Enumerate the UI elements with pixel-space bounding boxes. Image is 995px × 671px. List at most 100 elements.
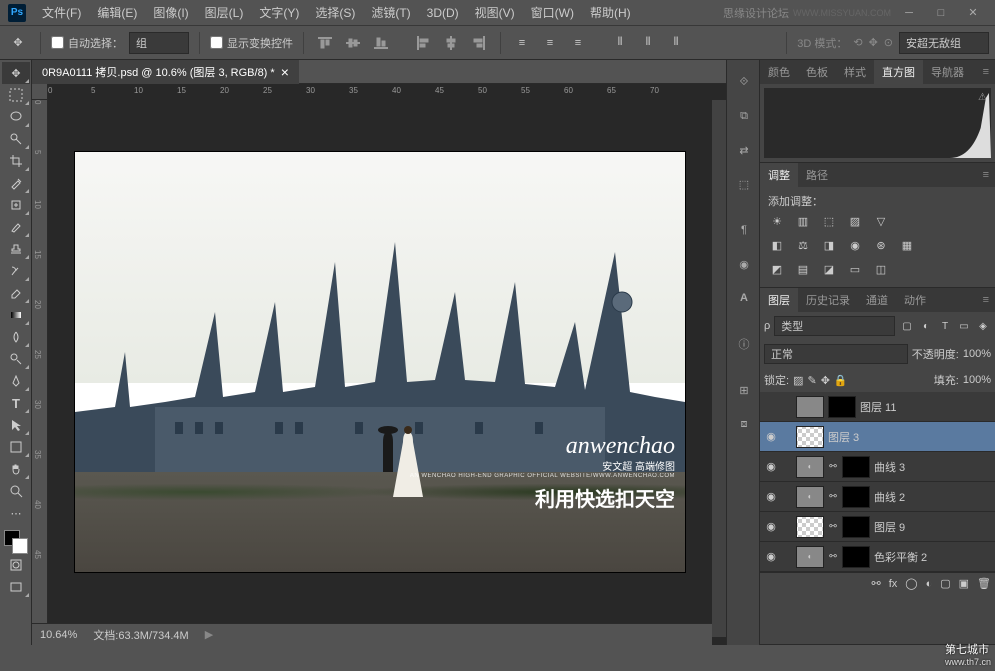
menu-type[interactable]: 文字(Y) — [251, 0, 307, 25]
menu-image[interactable]: 图像(I) — [145, 0, 196, 25]
tab-swatch[interactable]: 色板 — [798, 60, 836, 84]
gradient-tool[interactable] — [2, 304, 30, 326]
align-right-icon[interactable] — [468, 32, 490, 54]
dock-props-icon[interactable]: ⊞ — [730, 376, 758, 404]
layer-name[interactable]: 图层 9 — [874, 519, 905, 535]
layer-mask-thumb[interactable] — [842, 486, 870, 508]
visibility-icon[interactable]: ◉ — [764, 490, 778, 503]
lasso-tool[interactable] — [2, 106, 30, 128]
zoom-level[interactable]: 10.64% — [40, 629, 77, 641]
dock-cc-icon[interactable]: ◉ — [730, 250, 758, 278]
marquee-tool[interactable] — [2, 84, 30, 106]
adj-invert-icon[interactable]: ◩ — [768, 261, 786, 277]
move-tool[interactable]: ✥ — [2, 62, 30, 84]
tab-color[interactable]: 颜色 — [760, 60, 798, 84]
adj-photo-icon[interactable]: ◉ — [846, 237, 864, 253]
layer-row[interactable]: ◉◐⚯色彩平衡 2 — [760, 542, 995, 572]
layer-name[interactable]: 图层 3 — [828, 429, 859, 445]
quick-select-tool[interactable] — [2, 128, 30, 150]
new-layer-icon[interactable]: ▣ — [959, 577, 969, 590]
dock-brush-icon[interactable]: ⟐ — [730, 68, 758, 96]
adj-hue-icon[interactable]: ◧ — [768, 237, 786, 253]
adj-vibrance-icon[interactable]: ▽ — [872, 213, 890, 229]
zoom3d-icon[interactable]: ⊙ — [884, 36, 893, 49]
tab-close-icon[interactable]: × — [281, 64, 289, 80]
layer-thumb[interactable]: ◐ — [796, 456, 824, 478]
layer-row[interactable]: ◉◐⚯曲线 2 — [760, 482, 995, 512]
opacity-value[interactable]: 100% — [963, 348, 991, 360]
auto-select-mode[interactable]: 组 — [129, 32, 189, 54]
document-tab[interactable]: 0R9A0111 拷贝.psd @ 10.6% (图层 3, RGB/8) * … — [32, 60, 299, 84]
menu-3d[interactable]: 3D(D) — [419, 2, 467, 24]
visibility-icon[interactable]: ◉ — [764, 430, 778, 443]
menu-select[interactable]: 选择(S) — [307, 0, 363, 25]
dist-top-icon[interactable]: ≡ — [511, 32, 533, 54]
pen-tool[interactable] — [2, 370, 30, 392]
layer-row[interactable]: ◉◐⚯曲线 3 — [760, 452, 995, 482]
stamp-tool[interactable] — [2, 238, 30, 260]
layer-mask-thumb[interactable] — [842, 516, 870, 538]
layer-filter-select[interactable]: 类型 — [774, 316, 895, 336]
healing-tool[interactable] — [2, 194, 30, 216]
visibility-icon[interactable]: ◉ — [764, 460, 778, 473]
filter-type-icon[interactable]: T — [937, 319, 953, 333]
menu-window[interactable]: 窗口(W) — [523, 0, 582, 25]
dock-swatches-icon[interactable]: ⬚ — [730, 170, 758, 198]
layer-mask-thumb[interactable] — [828, 396, 856, 418]
tab-adjustments[interactable]: 调整 — [760, 163, 798, 187]
adj-gradmap-icon[interactable]: ▭ — [846, 261, 864, 277]
adj-curves-icon[interactable]: ⬚ — [820, 213, 838, 229]
fx-icon[interactable]: fx — [889, 578, 898, 590]
dock-char-icon[interactable]: A — [730, 284, 758, 312]
adj-balance-icon[interactable]: ⚖ — [794, 237, 812, 253]
edit-toolbar[interactable]: ⋯ — [2, 502, 30, 524]
type-tool[interactable]: T — [2, 392, 30, 414]
tab-style[interactable]: 样式 — [836, 60, 874, 84]
adj-mixer-icon[interactable]: ⊛ — [872, 237, 890, 253]
dock-clone-icon[interactable]: ⧉ — [730, 102, 758, 130]
dist-left-icon[interactable]: ⦀ — [609, 32, 631, 54]
tab-paths[interactable]: 路径 — [798, 163, 836, 187]
dock-info-icon[interactable]: ⓘ — [730, 330, 758, 358]
layer-thumb[interactable] — [796, 426, 824, 448]
dist-bot-icon[interactable]: ≡ — [567, 32, 589, 54]
layer-thumb[interactable] — [796, 396, 824, 418]
mask-icon[interactable]: ◯ — [905, 577, 917, 590]
adj-levels-icon[interactable]: ▥ — [794, 213, 812, 229]
crop-tool[interactable] — [2, 150, 30, 172]
quick-mask[interactable] — [2, 554, 30, 576]
layers-menu-icon[interactable]: ≡ — [977, 294, 995, 306]
lock-all-icon[interactable]: 🔒 — [834, 374, 848, 387]
lock-pos-icon[interactable]: ✥ — [821, 374, 830, 387]
menu-edit[interactable]: 编辑(E) — [89, 0, 145, 25]
link-layers-icon[interactable]: ⚯ — [871, 577, 880, 590]
layer-row[interactable]: ◉⚯图层 9 — [760, 512, 995, 542]
dist-vc-icon[interactable]: ≡ — [539, 32, 561, 54]
adj-brightness-icon[interactable]: ☀ — [768, 213, 786, 229]
visibility-icon[interactable]: ◉ — [764, 550, 778, 563]
filter-pixel-icon[interactable]: ▢ — [899, 319, 915, 333]
layer-name[interactable]: 图层 11 — [860, 399, 896, 415]
layer-name[interactable]: 曲线 2 — [874, 489, 905, 505]
close-button[interactable]: ✕ — [959, 3, 987, 23]
bg-color[interactable] — [12, 538, 28, 554]
menu-view[interactable]: 视图(V) — [467, 0, 523, 25]
filter-adj-icon[interactable]: ◐ — [918, 319, 934, 333]
dock-paragraph-icon[interactable]: ¶ — [730, 216, 758, 244]
dodge-tool[interactable] — [2, 348, 30, 370]
history-brush-tool[interactable] — [2, 260, 30, 282]
tab-channels[interactable]: 通道 — [858, 288, 896, 312]
eraser-tool[interactable] — [2, 282, 30, 304]
layer-row[interactable]: 图层 11 — [760, 392, 995, 422]
hand-tool[interactable] — [2, 458, 30, 480]
doc-size[interactable]: 文档:63.3M/734.4M — [93, 627, 188, 643]
scrollbar-vertical[interactable] — [712, 100, 726, 623]
orbit-icon[interactable]: ⟲ — [853, 36, 862, 49]
group-icon[interactable]: ▢ — [940, 577, 950, 590]
brush-tool[interactable] — [2, 216, 30, 238]
maximize-button[interactable]: □ — [927, 3, 955, 23]
minimize-button[interactable]: ─ — [895, 3, 923, 23]
layer-thumb[interactable] — [796, 516, 824, 538]
menu-file[interactable]: 文件(F) — [34, 0, 89, 25]
menu-layer[interactable]: 图层(L) — [197, 0, 252, 25]
